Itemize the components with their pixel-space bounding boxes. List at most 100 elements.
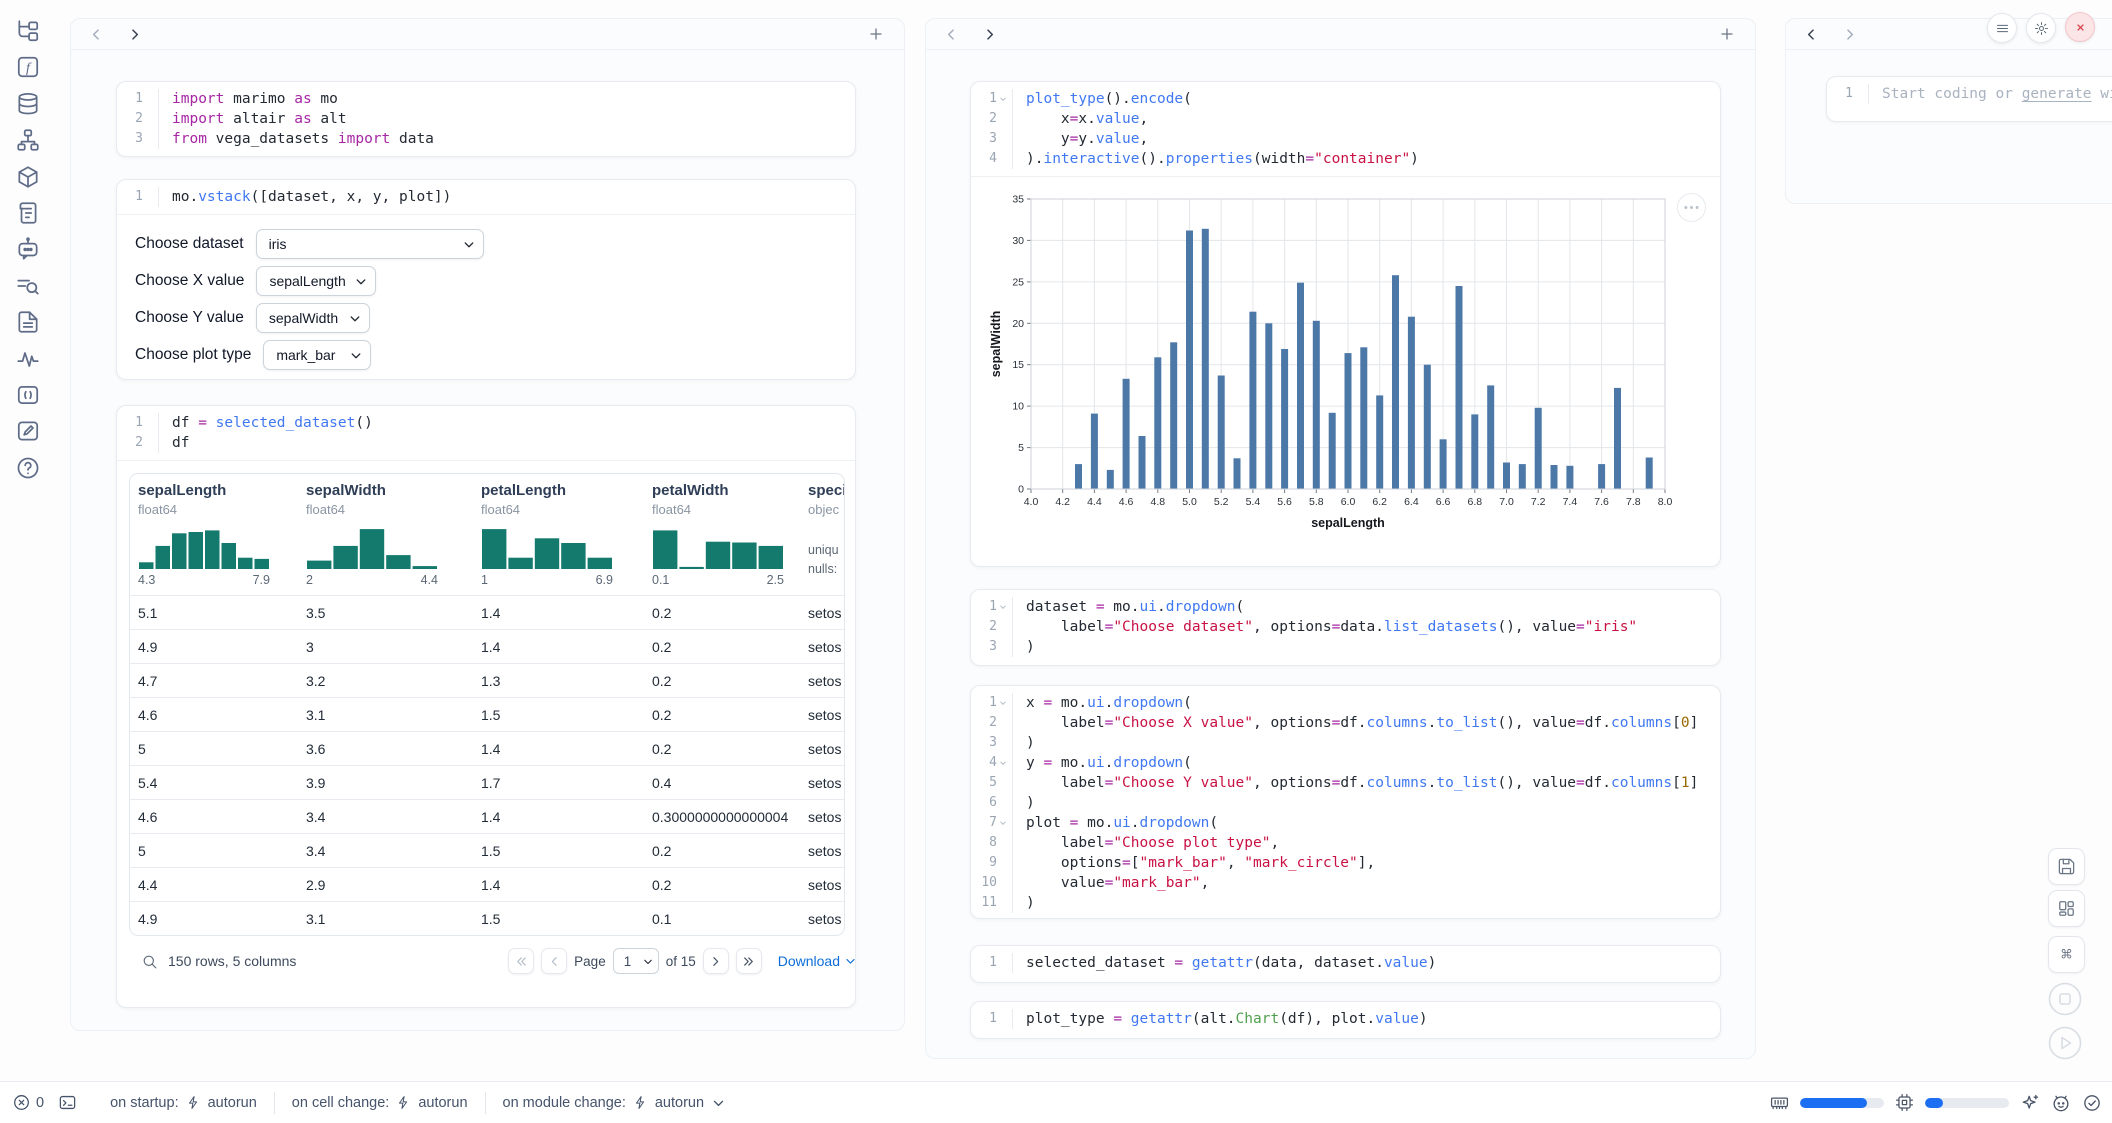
page-count-label: of 15 (666, 954, 696, 969)
error-count-indicator[interactable]: 0 (12, 1093, 44, 1112)
prev-page-button[interactable] (541, 948, 567, 974)
file-tree-icon[interactable] (15, 18, 41, 44)
table-column-header[interactable]: sepalWidthfloat6424.4 (298, 482, 473, 587)
code-editor[interactable]: selected_dataset = getattr(data, dataset… (1012, 953, 1720, 973)
code-editor[interactable]: plot_type().encode( x=x.value, y=y.value… (1012, 89, 1720, 169)
on-module-change-mode[interactable]: on module change: autorun (485, 1092, 743, 1114)
choose-x-value-select[interactable]: sepalLength (256, 266, 376, 296)
tracing-icon[interactable] (15, 346, 41, 372)
documentation-icon[interactable] (15, 309, 41, 335)
cell-empty[interactable]: 1 Start coding or generate with (1826, 76, 2112, 122)
cell-vstack[interactable]: 1mo.vstack([dataset, x, y, plot]) Choose… (116, 179, 856, 380)
line-numbers: 1234 (975, 89, 1008, 169)
scratchpad-scroll-icon[interactable] (15, 200, 41, 226)
dataframe-table: sepalLengthfloat644.37.9sepalWidthfloat6… (129, 473, 845, 936)
bolt-icon (396, 1095, 411, 1110)
github-icon[interactable] (2051, 1093, 2071, 1113)
column-prev-icon[interactable] (1804, 27, 1819, 42)
code-editor[interactable]: x = mo.ui.dropdown( label="Choose X valu… (1012, 693, 1720, 913)
svg-text:5.0: 5.0 (1182, 496, 1197, 508)
table-column-header[interactable]: sepalLengthfloat644.37.9 (130, 482, 298, 587)
first-page-button[interactable] (508, 948, 534, 974)
dropdown-control: Choose Y valuesepalWidth (135, 302, 855, 334)
column-next-icon[interactable] (982, 27, 997, 42)
cell-plot[interactable]: 1234plot_type().encode( x=x.value, y=y.v… (970, 81, 1721, 567)
terminal-button[interactable] (58, 1093, 77, 1112)
save-button[interactable] (2048, 848, 2085, 885)
generate-with-ai-link[interactable]: generate (2022, 86, 2092, 102)
svg-text:5.6: 5.6 (1277, 496, 1292, 508)
code-editor[interactable]: mo.vstack([dataset, x, y, plot]) (158, 187, 855, 207)
next-page-button[interactable] (703, 948, 729, 974)
table-row: 4.63.11.50.2setos (130, 697, 844, 731)
table-row: 4.42.91.40.2setos (130, 867, 844, 901)
cpu-usage-meter (1925, 1098, 2009, 1108)
scratchpad-pen-icon[interactable] (15, 418, 41, 444)
variables-icon[interactable]: f (15, 54, 41, 80)
layout-button[interactable] (2048, 890, 2085, 927)
svg-text:7.8: 7.8 (1626, 496, 1641, 508)
chart-output: 4.04.24.44.64.85.05.25.45.65.86.06.26.46… (971, 177, 1720, 541)
sepal-bar-chart[interactable]: 4.04.24.44.64.85.05.25.45.65.86.06.26.46… (987, 191, 1720, 541)
notebook-column-1: 123import marimo as moimport altair as a… (70, 18, 905, 1031)
ai-assistant-icon[interactable] (2020, 1093, 2040, 1113)
column-prev-icon[interactable] (944, 27, 959, 42)
add-cell-icon[interactable] (1719, 26, 1735, 42)
column-next-icon[interactable] (127, 27, 142, 42)
cpu-icon (1895, 1093, 1914, 1112)
cell-imports[interactable]: 123import marimo as moimport altair as a… (116, 81, 856, 157)
chart-menu-icon[interactable] (1677, 193, 1706, 222)
code-editor[interactable]: import marimo as moimport altair as altf… (158, 89, 855, 149)
table-column-header[interactable]: petalLengthfloat6416.9 (473, 482, 644, 587)
bolt-icon (633, 1095, 648, 1110)
column-next-icon[interactable] (1842, 27, 1857, 42)
svg-text:5.2: 5.2 (1214, 496, 1229, 508)
code-editor[interactable]: plot_type = getattr(alt.Chart(df), plot.… (1012, 1009, 1720, 1029)
download-button[interactable]: Download (778, 953, 856, 969)
add-cell-icon[interactable] (868, 26, 884, 42)
svg-text:8.0: 8.0 (1658, 496, 1673, 508)
dependency-graph-icon[interactable] (15, 127, 41, 153)
choose-plot-type-select[interactable]: mark_bar (263, 340, 371, 370)
column-prev-icon[interactable] (89, 27, 104, 42)
cell-dataframe[interactable]: 12df = selected_dataset()df sepalLengthf… (116, 405, 856, 1008)
cell-selected-dataset[interactable]: 1selected_dataset = getattr(data, datase… (970, 945, 1721, 983)
keyboard-shortcuts-button[interactable]: ⌘ (2048, 936, 2085, 973)
on-startup-mode[interactable]: on startup: autorun (93, 1092, 274, 1114)
cell-plot-type[interactable]: 1plot_type = getattr(alt.Chart(df), plot… (970, 1001, 1721, 1039)
svg-text:15: 15 (1012, 359, 1024, 371)
line-numbers: 123 (975, 597, 1008, 657)
settings-button[interactable] (2026, 13, 2056, 43)
cell-dataset-dropdown[interactable]: 123dataset = mo.ui.dropdown( label="Choo… (970, 589, 1721, 666)
ai-chat-icon[interactable] (15, 236, 41, 262)
notebook-menu-button[interactable] (1987, 13, 2017, 43)
svg-text:10: 10 (1012, 401, 1024, 413)
table-footer: 150 rows, 5 columns Page 1 of 15 Downloa… (141, 948, 856, 974)
interrupt-button[interactable] (2048, 982, 2082, 1016)
shutdown-button[interactable] (2065, 12, 2095, 42)
last-page-button[interactable] (736, 948, 762, 974)
choose-dataset-select[interactable]: iris (256, 229, 484, 259)
outline-search-icon[interactable] (15, 273, 41, 299)
packages-icon[interactable] (15, 164, 41, 190)
table-row: 4.931.40.2setos (130, 629, 844, 663)
table-column-header[interactable]: petalWidthfloat640.12.5 (644, 482, 800, 587)
help-icon[interactable] (15, 455, 41, 481)
snippets-icon[interactable] (15, 382, 41, 408)
database-icon[interactable] (15, 91, 41, 117)
table-row: 53.41.50.2setos (130, 833, 844, 867)
error-count: 0 (36, 1095, 44, 1111)
table-column-header[interactable]: speciobjecuniqunulls: (800, 482, 844, 587)
code-editor[interactable]: df = selected_dataset()df (158, 413, 855, 453)
table-row: 4.93.11.50.1setos (130, 901, 844, 935)
table-search-icon[interactable] (141, 953, 158, 970)
choose-y-value-select[interactable]: sepalWidth (256, 303, 370, 333)
page-select[interactable]: 1 (613, 948, 659, 974)
run-all-button[interactable] (2048, 1026, 2082, 1060)
svg-text:7.6: 7.6 (1594, 496, 1609, 508)
notebook-column-2: 1234plot_type().encode( x=x.value, y=y.v… (925, 18, 1756, 1059)
cell-xy-plot-dropdowns[interactable]: 1234567891011x = mo.ui.dropdown( label="… (970, 685, 1721, 919)
code-editor[interactable]: dataset = mo.ui.dropdown( label="Choose … (1012, 597, 1720, 657)
on-cell-change-mode[interactable]: on cell change: autorun (274, 1092, 485, 1114)
connection-status-icon[interactable] (2082, 1093, 2102, 1113)
